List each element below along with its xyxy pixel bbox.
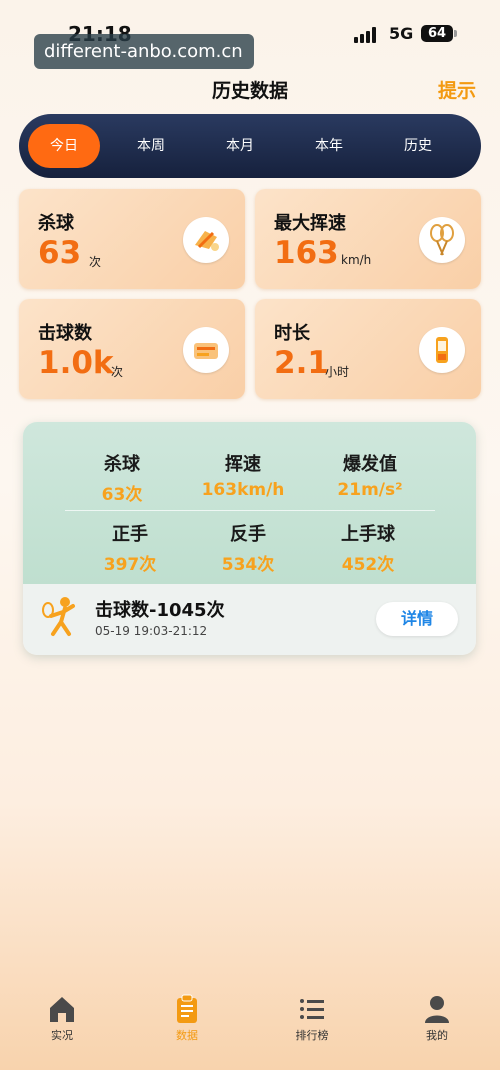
stat-card-smash[interactable]: 杀球 63 次	[19, 189, 245, 289]
nav-label: 我的	[426, 1029, 448, 1042]
stat-card-max-swing[interactable]: 最大挥速 163 km/h	[255, 189, 481, 289]
watermark: different-anbo.com.cn	[34, 34, 254, 69]
clipboard-icon	[177, 994, 197, 1023]
tab-month[interactable]: 本月	[204, 124, 276, 168]
metric-label: 挥速	[225, 454, 261, 475]
user-icon	[425, 996, 449, 1023]
metric-label: 上手球	[341, 524, 395, 545]
signal-icon	[354, 27, 376, 43]
metric-smash: 杀球 63次	[62, 450, 182, 505]
nav-item-data[interactable]: 数据	[147, 993, 227, 1043]
nav-item-ranking[interactable]: 排行榜	[272, 993, 352, 1043]
metric-label: 正手	[112, 524, 148, 545]
shuttle-icon	[183, 327, 229, 373]
metric-value: 397次	[103, 555, 157, 575]
network-label: 5G	[389, 24, 414, 43]
tab-week[interactable]: 本周	[115, 124, 187, 168]
tab-today[interactable]: 今日	[28, 124, 100, 168]
tab-history[interactable]: 历史	[382, 124, 454, 168]
stat-value: 163	[274, 235, 339, 271]
nav-item-live[interactable]: 实况	[22, 993, 102, 1043]
nav-label: 排行榜	[295, 1029, 329, 1042]
stat-value: 2.1	[274, 345, 329, 381]
nav-item-profile[interactable]: 我的	[397, 993, 477, 1043]
nav-label: 实况	[51, 1029, 73, 1042]
ranking-list-icon	[300, 999, 324, 1019]
stat-unit: 小时	[325, 365, 350, 379]
stat-label: 杀球	[38, 213, 74, 234]
stat-label: 击球数	[38, 323, 92, 344]
metric-value: 21m/s²	[337, 480, 403, 500]
nav-label: 数据	[176, 1029, 198, 1042]
page-title: 历史数据	[211, 80, 288, 102]
metric-burst: 爆发值 21m/s²	[310, 450, 430, 500]
stat-label: 时长	[274, 323, 310, 344]
player-smash-icon	[39, 594, 83, 642]
session-title: 击球数-1045次	[95, 600, 225, 621]
period-tabs: 今日 本周 本月 本年 历史	[19, 114, 481, 178]
divider	[65, 510, 435, 511]
bottom-nav: 实况 数据 排行榜 我的	[0, 985, 500, 1070]
stat-unit: km/h	[341, 253, 372, 267]
metric-swing: 挥速 163km/h	[183, 450, 303, 500]
stat-value: 1.0k	[38, 345, 114, 381]
stat-card-hits[interactable]: 击球数 1.0k 次	[19, 299, 245, 399]
timer-icon	[419, 327, 465, 373]
metric-value: 452次	[341, 555, 395, 575]
racket-icon	[419, 217, 465, 263]
session-metrics: 杀球 63次 挥速 163km/h 爆发值 21m/s² 正手 397次 反手 …	[23, 422, 476, 584]
stat-unit: 次	[89, 255, 102, 269]
metric-backhand: 反手 534次	[188, 520, 308, 575]
metric-value: 163km/h	[201, 480, 285, 500]
session-time: 05-19 19:03-21:12	[95, 624, 208, 638]
home-icon	[50, 997, 74, 1022]
session-summary-row: 击球数-1045次 05-19 19:03-21:12 详情	[23, 584, 476, 655]
battery-icon: 64	[421, 25, 457, 42]
tab-year[interactable]: 本年	[293, 124, 365, 168]
smash-icon	[183, 217, 229, 263]
metric-label: 杀球	[104, 454, 140, 475]
stat-value: 63	[38, 235, 82, 271]
detail-button[interactable]: 详情	[376, 602, 458, 636]
metric-value: 534次	[221, 555, 275, 575]
hint-button[interactable]: 提示	[438, 76, 476, 103]
stat-unit: 次	[111, 365, 124, 379]
session-card: 杀球 63次 挥速 163km/h 爆发值 21m/s² 正手 397次 反手 …	[23, 422, 476, 655]
stat-label: 最大挥速	[274, 213, 346, 234]
metric-value: 63次	[101, 485, 143, 505]
metric-overhead: 上手球 452次	[308, 520, 428, 575]
metric-label: 反手	[230, 524, 266, 545]
metric-forehand: 正手 397次	[70, 520, 190, 575]
metric-label: 爆发值	[343, 454, 397, 475]
stat-card-duration[interactable]: 时长 2.1 小时	[255, 299, 481, 399]
